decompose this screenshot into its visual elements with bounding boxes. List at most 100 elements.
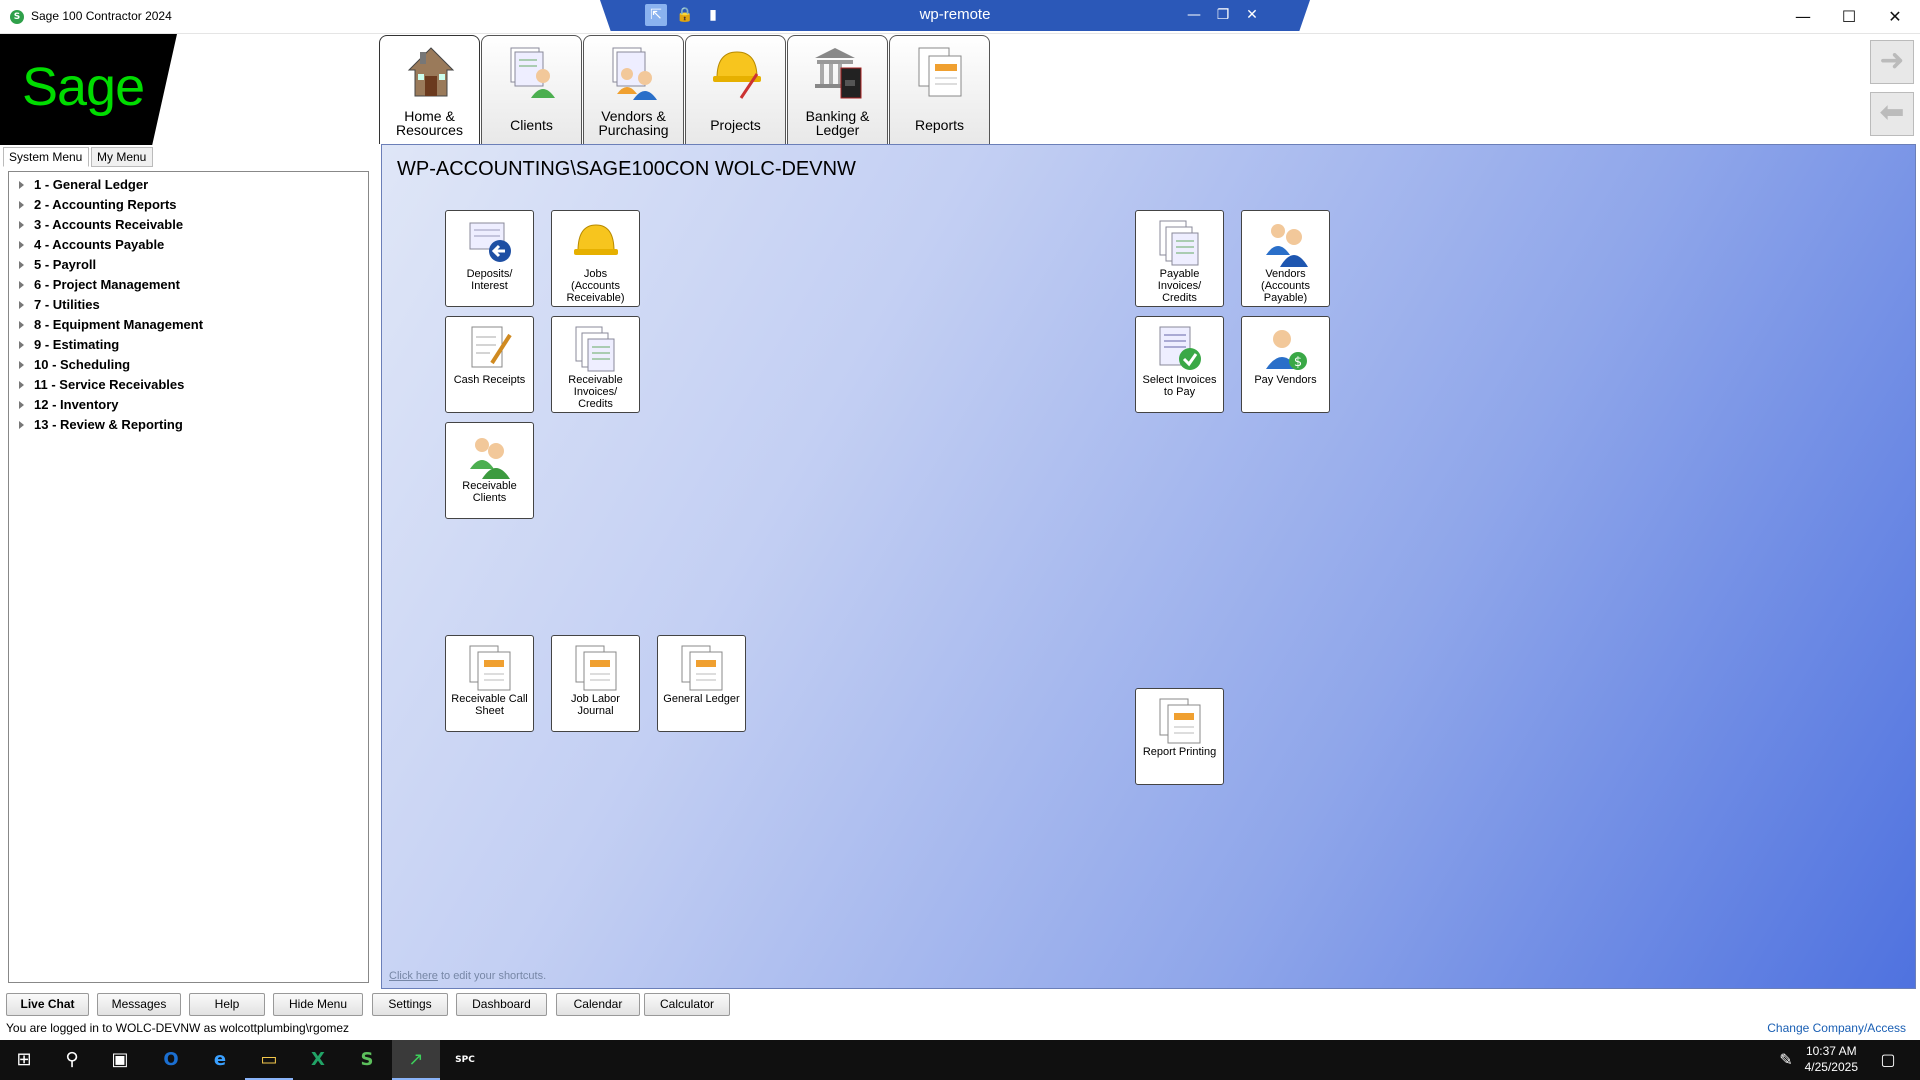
edit-shortcuts-link[interactable]: Click here bbox=[389, 970, 438, 982]
tab-home-resources[interactable]: Home & Resources bbox=[379, 35, 480, 144]
edit-shortcuts-note: Click here to edit your shortcuts. bbox=[389, 970, 547, 982]
shortcut-label: Payable Invoices/Credits bbox=[1157, 268, 1202, 304]
hide-menu-button[interactable]: Hide Menu bbox=[273, 993, 363, 1016]
tree-item-label: 11 - Service Receivables bbox=[34, 377, 185, 392]
shortcut-vendors-payable[interactable]: Vendors (Accounts Payable) bbox=[1241, 210, 1330, 307]
windows-taskbar: ⊞ ⚲ ▣ O e ▭ X S ↗ SPC ✎ 10:37 AM 4/25/20… bbox=[0, 1040, 1920, 1080]
tree-item-label: 5 - Payroll bbox=[34, 257, 97, 272]
remote-close-button[interactable]: ✕ bbox=[1241, 4, 1263, 26]
minimize-button[interactable]: — bbox=[1780, 0, 1826, 34]
shortcut-payable-invoices[interactable]: Payable Invoices/Credits bbox=[1135, 210, 1224, 307]
tab-vendors-purchasing-label: Vendors & Purchasing bbox=[598, 108, 669, 138]
sage-icon[interactable]: S bbox=[343, 1040, 391, 1080]
expand-arrow-icon[interactable] bbox=[19, 321, 24, 329]
search-icon[interactable]: ⚲ bbox=[48, 1040, 96, 1080]
tree-item[interactable]: 1 - General Ledger bbox=[9, 175, 368, 195]
tree-item-label: 6 - Project Management bbox=[34, 277, 180, 292]
tab-banking-ledger-label: Banking & Ledger bbox=[805, 108, 870, 138]
tree-item[interactable]: 7 - Utilities bbox=[9, 295, 368, 315]
forward-arrow-button[interactable]: ➜ bbox=[1870, 40, 1914, 84]
settings-button[interactable]: Settings bbox=[372, 993, 448, 1016]
help-button[interactable]: Help bbox=[189, 993, 265, 1016]
shortcut-label: Receivable Invoices/Credits bbox=[568, 374, 623, 410]
messages-button[interactable]: Messages bbox=[97, 993, 181, 1016]
sage-logo-text: Sage bbox=[22, 57, 145, 117]
outlook-icon[interactable]: O bbox=[147, 1040, 195, 1080]
shortcut-label: Report Printing bbox=[1142, 746, 1217, 758]
tree-item[interactable]: 4 - Accounts Payable bbox=[9, 235, 368, 255]
window-title: Sage 100 Contractor 2024 bbox=[31, 9, 172, 23]
expand-arrow-icon[interactable] bbox=[19, 401, 24, 409]
tree-item-label: 1 - General Ledger bbox=[34, 177, 149, 192]
tree-item[interactable]: 2 - Accounting Reports bbox=[9, 195, 368, 215]
expand-arrow-icon[interactable] bbox=[19, 201, 24, 209]
tree-item[interactable]: 12 - Inventory bbox=[9, 395, 368, 415]
tab-system-menu[interactable]: System Menu bbox=[3, 147, 89, 167]
expand-arrow-icon[interactable] bbox=[19, 381, 24, 389]
tree-item[interactable]: 8 - Equipment Management bbox=[9, 315, 368, 335]
tab-my-menu[interactable]: My Menu bbox=[91, 147, 153, 167]
expand-arrow-icon[interactable] bbox=[19, 421, 24, 429]
change-company-link[interactable]: Change Company/Access bbox=[1767, 1021, 1906, 1035]
tab-vendors-purchasing[interactable]: Vendors & Purchasing bbox=[583, 35, 684, 144]
shortcut-receivable-invoices[interactable]: Receivable Invoices/Credits bbox=[551, 316, 640, 413]
task-view-icon[interactable]: ▣ bbox=[96, 1040, 144, 1080]
expand-arrow-icon[interactable] bbox=[19, 241, 24, 249]
expand-arrow-icon[interactable] bbox=[19, 301, 24, 309]
tree-item[interactable]: 11 - Service Receivables bbox=[9, 375, 368, 395]
tree-item[interactable]: 6 - Project Management bbox=[9, 275, 368, 295]
file-explorer-icon[interactable]: ▭ bbox=[245, 1040, 293, 1080]
shortcut-job-labor-journal[interactable]: Job Labor Journal bbox=[551, 635, 640, 732]
clock-time: 10:37 AM bbox=[1805, 1044, 1857, 1058]
sage-app-icon: S bbox=[10, 10, 24, 24]
expand-arrow-icon[interactable] bbox=[19, 281, 24, 289]
expand-arrow-icon[interactable] bbox=[19, 361, 24, 369]
dashboard-button[interactable]: Dashboard bbox=[456, 993, 547, 1016]
remote-minimize-button[interactable]: — bbox=[1183, 4, 1205, 26]
tree-item-label: 3 - Accounts Receivable bbox=[34, 217, 184, 232]
shortcut-report-printing[interactable]: Report Printing bbox=[1135, 688, 1224, 785]
back-arrow-button[interactable]: ⬅ bbox=[1870, 92, 1914, 136]
tree-item[interactable]: 9 - Estimating bbox=[9, 335, 368, 355]
maximize-button[interactable]: ☐ bbox=[1826, 0, 1872, 34]
expand-arrow-icon[interactable] bbox=[19, 181, 24, 189]
expand-arrow-icon[interactable] bbox=[19, 221, 24, 229]
close-button[interactable]: ✕ bbox=[1872, 0, 1918, 34]
tree-item[interactable]: 10 - Scheduling bbox=[9, 355, 368, 375]
excel-icon[interactable]: X bbox=[294, 1040, 342, 1080]
tree-item-label: 9 - Estimating bbox=[34, 337, 120, 352]
tree-item-label: 12 - Inventory bbox=[34, 397, 119, 412]
shortcut-label: Vendors (Accounts Payable) bbox=[1261, 268, 1310, 304]
shortcut-label: Receivable Clients bbox=[462, 480, 517, 504]
tab-banking-ledger[interactable]: Banking & Ledger bbox=[787, 35, 888, 144]
edge-icon[interactable]: e bbox=[196, 1040, 244, 1080]
shortcut-select-invoices[interactable]: Select Invoices to Pay bbox=[1135, 316, 1224, 413]
start-icon[interactable]: ⊞ bbox=[0, 1040, 48, 1080]
shortcut-receivable-call-sheet[interactable]: Receivable Call Sheet bbox=[445, 635, 534, 732]
expand-arrow-icon[interactable] bbox=[19, 341, 24, 349]
pen-icon[interactable]: ✎ bbox=[1762, 1040, 1810, 1080]
notifications-icon[interactable]: ▢ bbox=[1864, 1040, 1912, 1080]
tab-clients[interactable]: Clients bbox=[481, 35, 582, 144]
live-chat-button[interactable]: Live Chat bbox=[6, 993, 89, 1016]
shortcut-jobs-receivable[interactable]: Jobs (Accounts Receivable) bbox=[551, 210, 640, 307]
calendar-button[interactable]: Calendar bbox=[556, 993, 640, 1016]
tab-reports[interactable]: Reports bbox=[889, 35, 990, 144]
spc-icon[interactable]: SPC bbox=[441, 1040, 489, 1080]
receipt-pen-icon bbox=[471, 326, 512, 368]
shortcut-cash-receipts[interactable]: Cash Receipts bbox=[445, 316, 534, 413]
system-clock[interactable]: 10:37 AM 4/25/2025 bbox=[1805, 1043, 1858, 1075]
shortcut-receivable-clients[interactable]: Receivable Clients bbox=[445, 422, 534, 519]
shortcut-deposits-interest[interactable]: Deposits/Interest bbox=[445, 210, 534, 307]
shortcut-general-ledger[interactable]: General Ledger bbox=[657, 635, 746, 732]
sage-contractor-icon[interactable]: ↗ bbox=[392, 1040, 440, 1080]
tree-item[interactable]: 5 - Payroll bbox=[9, 255, 368, 275]
remote-restore-button[interactable]: ❐ bbox=[1212, 4, 1234, 26]
tree-item[interactable]: 13 - Review & Reporting bbox=[9, 415, 368, 435]
calculator-button[interactable]: Calculator bbox=[644, 993, 730, 1016]
tree-item-label: 10 - Scheduling bbox=[34, 357, 131, 372]
expand-arrow-icon[interactable] bbox=[19, 261, 24, 269]
shortcut-pay-vendors[interactable]: $ Pay Vendors bbox=[1241, 316, 1330, 413]
tab-projects[interactable]: Projects bbox=[685, 35, 786, 144]
tree-item[interactable]: 3 - Accounts Receivable bbox=[9, 215, 368, 235]
